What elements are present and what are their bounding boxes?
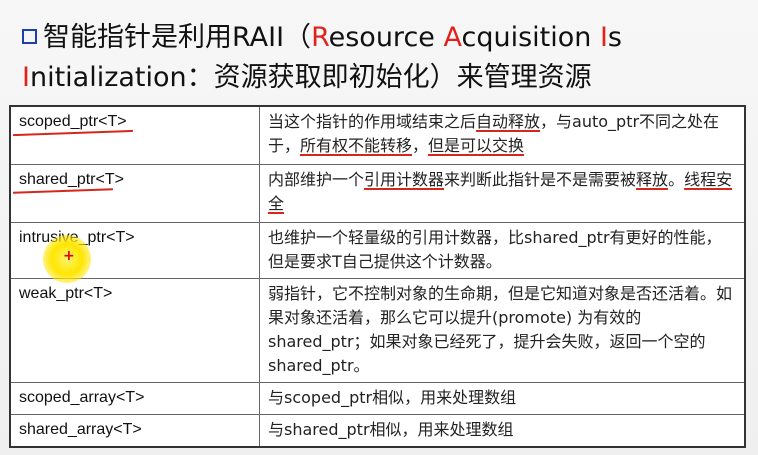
row-name-cell: shared_ptr<T> bbox=[9, 163, 260, 223]
table-row: intrusive_ptr<T> 也维护一个轻量级的引用计数器，比shared_… bbox=[9, 221, 746, 279]
table-row: scoped_array<T> 与scoped_ptr相似，用来处理数组 bbox=[9, 381, 746, 415]
title-letter-i: I bbox=[599, 22, 608, 53]
pointer-type-name: scoped_array<T> bbox=[19, 388, 145, 406]
desc-text: 。 bbox=[668, 169, 685, 189]
title-line-1: 智能指针是利用RAII（Resource Acquisition Is bbox=[22, 18, 752, 58]
desc-highlight: 自动释放 bbox=[476, 112, 541, 131]
row-desc-cell: 弱指针，它不控制对象的生命期，但是它知道对象是否还活着。如果对象还活着，那么它可… bbox=[259, 277, 746, 383]
row-desc-cell: 也维护一个轻量级的引用计数器，比shared_ptr有更好的性能，但是要求T自己… bbox=[259, 221, 746, 279]
smart-pointer-table: scoped_ptr<T> 当这个指针的作用域结束之后自动释放，与auto_pt… bbox=[9, 105, 746, 448]
title-letter-i2: I bbox=[22, 62, 30, 93]
desc-highlight: 所有权不能转移 bbox=[300, 136, 413, 155]
title-letter-a: A bbox=[443, 22, 462, 53]
desc-highlight: 但是可以交换 bbox=[428, 136, 525, 155]
crosshair-cursor-icon: + bbox=[63, 248, 75, 264]
desc-text: 也维护一个轻量级的引用计数器，比shared_ptr有更好的性能，但是要求T自己… bbox=[268, 227, 722, 271]
row-name-cell: weak_ptr<T> bbox=[9, 277, 260, 383]
title-prefix: 智能指针是利用RAII（ bbox=[43, 22, 312, 53]
desc-text: ， bbox=[412, 136, 429, 155]
annotation-underline bbox=[12, 187, 114, 194]
row-desc-cell: 与scoped_ptr相似，用来处理数组 bbox=[259, 381, 746, 415]
desc-text: 当这个指针的作用域结束之后 bbox=[268, 112, 477, 131]
title-line-2: Initialization：资源获取即初始化）来管理资源 bbox=[22, 58, 752, 98]
table-row: scoped_ptr<T> 当这个指针的作用域结束之后自动释放，与auto_pt… bbox=[9, 105, 746, 165]
title-word-s: s bbox=[607, 22, 622, 53]
row-name-cell: scoped_array<T> bbox=[9, 381, 260, 415]
desc-text: 弱指针，它不控制对象的生命期，但是它知道对象是否还活着。如果对象还活着，那么它可… bbox=[268, 283, 733, 375]
slide-title: 智能指针是利用RAII（Resource Acquisition Is Init… bbox=[22, 18, 752, 98]
pointer-type-name: weak_ptr<T> bbox=[19, 284, 113, 302]
desc-text: 来判断此指针是不是需要被 bbox=[444, 169, 637, 189]
table-row: weak_ptr<T> 弱指针，它不控制对象的生命期，但是它知道对象是否还活着。… bbox=[9, 277, 746, 383]
desc-text: 内部维护一个 bbox=[268, 169, 365, 189]
title-letter-r: R bbox=[311, 22, 329, 53]
desc-highlight: 释放 bbox=[636, 169, 669, 189]
desc-text: 与scoped_ptr相似，用来处理数组 bbox=[268, 387, 517, 407]
pointer-type-name: scoped_ptr<T> bbox=[19, 113, 127, 130]
title-line2-rest: nitialization：资源获取即初始化）来管理资源 bbox=[29, 62, 592, 93]
annotation-underline bbox=[13, 129, 133, 137]
pointer-type-name: shared_ptr<T> bbox=[19, 170, 124, 188]
title-word-cquisition: cquisition bbox=[461, 22, 600, 53]
title-word-esource: esource bbox=[328, 22, 444, 53]
desc-highlight: 引用计数器 bbox=[364, 169, 445, 189]
table-row: shared_array<T> 与shared_ptr相似，用来处理数组 bbox=[9, 413, 746, 447]
row-name-cell: shared_array<T> bbox=[9, 413, 260, 447]
row-desc-cell: 当这个指针的作用域结束之后自动释放，与auto_ptr不同之处在于，所有权不能转… bbox=[259, 105, 746, 165]
row-desc-cell: 与shared_ptr相似，用来处理数组 bbox=[259, 413, 746, 447]
desc-text: 与shared_ptr相似，用来处理数组 bbox=[268, 419, 514, 439]
table-row: shared_ptr<T> 内部维护一个引用计数器来判断此指针是不是需要被释放。… bbox=[9, 163, 746, 223]
checkbox-bullet-icon bbox=[22, 29, 37, 44]
pointer-type-name: shared_array<T> bbox=[19, 420, 142, 438]
row-desc-cell: 内部维护一个引用计数器来判断此指针是不是需要被释放。线程安全 bbox=[259, 163, 746, 223]
row-name-cell: scoped_ptr<T> bbox=[9, 105, 260, 165]
